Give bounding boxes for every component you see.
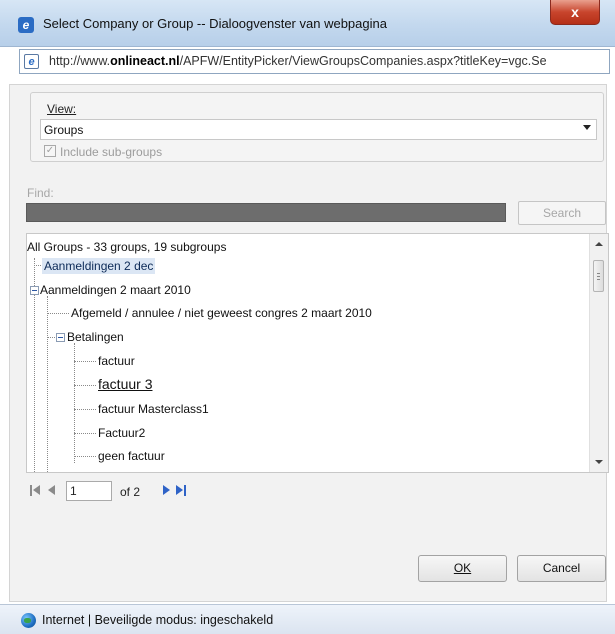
collapse-icon[interactable] [56,333,65,342]
collapse-icon[interactable] [30,286,39,295]
tree-item-factuur-3[interactable]: factuur 3 [98,376,152,392]
tree-item-betalingen[interactable]: Betalingen [67,330,124,344]
close-button[interactable]: x [550,0,600,25]
next-page-icon[interactable] [163,485,170,495]
cancel-button[interactable]: Cancel [517,555,606,582]
status-bar: Internet | Beveiligde modus: ingeschakel… [0,604,615,634]
search-button[interactable]: Search [518,201,606,225]
tree-item-factuur-masterclass1[interactable]: factuur Masterclass1 [98,402,209,416]
page-count: of 2 [120,485,141,499]
address-url: http://www.onlineact.nl/APFW/EntityPicke… [49,54,547,68]
address-bar[interactable]: e http://www.onlineact.nl/APFW/EntityPic… [19,49,610,74]
tree-line [47,296,48,472]
include-subgroups-checkbox[interactable]: ✓ [44,145,56,157]
last-page-icon[interactable] [176,485,188,496]
tree-item-afgemeld[interactable]: Afgemeld / annulee / niet geweest congre… [71,306,372,320]
url-prefix: http://www. [49,54,111,68]
view-select[interactable]: Groups [40,119,597,140]
view-label: View: [47,102,77,116]
internet-explorer-icon: e [18,17,34,33]
tree-item-geen-factuur[interactable]: geen factuur [98,449,165,463]
ok-button-label: OK [453,561,472,575]
find-label: Find: [27,186,54,200]
tree-header: All Groups - 33 groups, 19 subgroups [27,240,227,254]
tree-item-factuur2[interactable]: Factuur2 [98,426,145,440]
tree-line [74,361,96,362]
tree-line [47,313,69,314]
status-text: Internet | Beveiligde modus: ingeschakel… [42,613,274,627]
tree-line [74,456,96,457]
tree-scrollbar[interactable] [589,234,608,472]
first-page-icon[interactable] [30,485,41,496]
window-title: Select Company or Group -- Dialoogvenste… [43,16,387,31]
tree-item-aanmeldingen-2-maart-2010[interactable]: Aanmeldingen 2 maart 2010 [40,283,191,297]
tree-line [74,409,96,410]
title-bar: e Select Company or Group -- Dialoogvens… [0,0,615,47]
previous-page-icon[interactable] [48,485,55,495]
page-number-input[interactable]: 1 [66,481,112,501]
scroll-thumb[interactable] [593,260,604,292]
scroll-down-arrow-icon[interactable] [595,460,603,464]
page-icon: e [24,54,39,69]
globe-icon [21,613,36,628]
tree-line [74,433,96,434]
scroll-grip [597,276,600,277]
scroll-grip [597,279,600,280]
tree-line [47,337,55,338]
view-select-value: Groups [44,123,84,137]
dropdown-arrow-icon [583,125,591,130]
scroll-up-arrow-icon[interactable] [595,242,603,246]
url-path: /APFW/EntityPicker/ViewGroupsCompanies.a… [179,54,547,68]
tree-item-factuur[interactable]: factuur [98,354,135,368]
include-subgroups-label: Include sub-groups [60,145,163,159]
ok-button[interactable]: OK [418,555,507,582]
group-tree[interactable]: All Groups - 33 groups, 19 subgroups Aan… [26,233,609,473]
scroll-grip [597,273,600,274]
tree-item-aanmeldingen-2-dec[interactable]: Aanmeldingen 2 dec [42,258,156,274]
tree-line [74,385,96,386]
find-input[interactable] [26,203,506,222]
url-domain: onlineact.nl [110,54,180,68]
